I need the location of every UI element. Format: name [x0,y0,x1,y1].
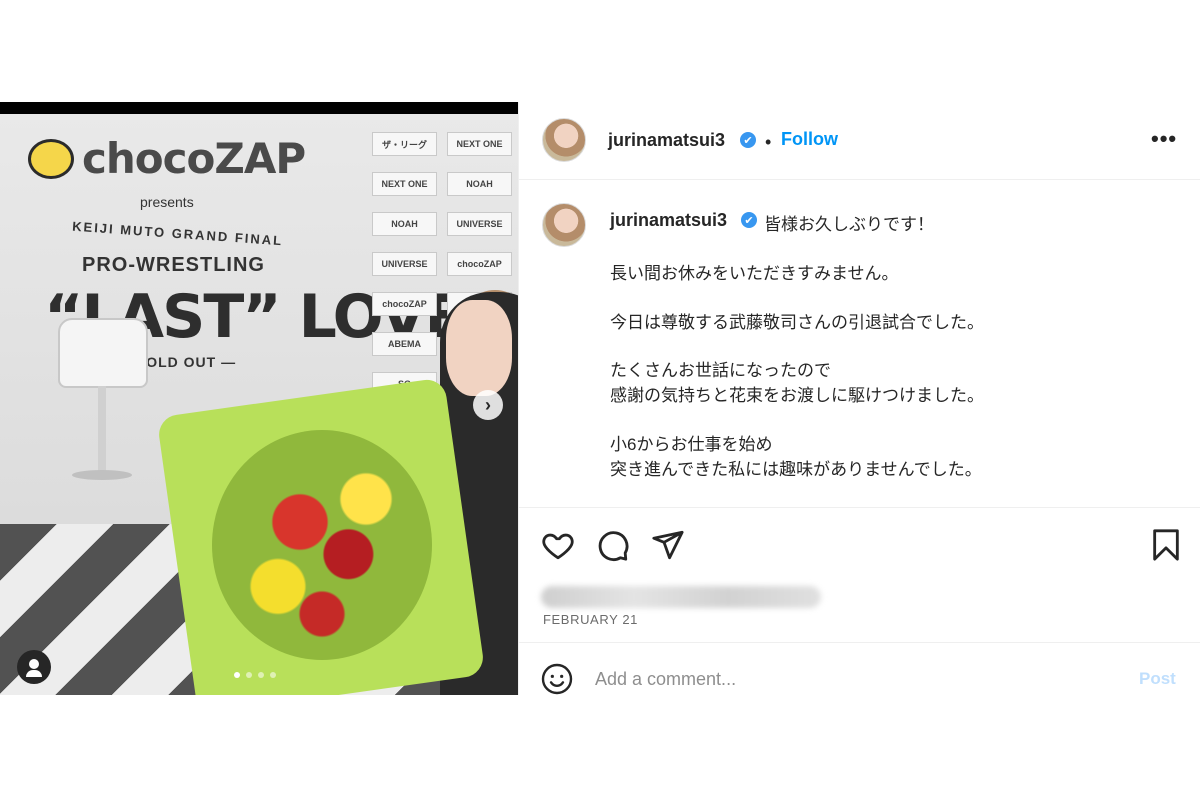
brand-logo: chocoZAP [28,134,306,183]
caption-first-line: 皆様お久しぶりです！ [764,215,934,234]
bookmark-icon-graphic [1153,529,1179,561]
comment-icon-graphic [598,531,629,561]
sponsor-logo: NOAH [372,212,437,236]
comment-icon[interactable] [596,528,630,562]
caption-avatar[interactable] [542,203,586,247]
sponsor-logo: chocoZAP [447,252,512,276]
caption-line: 感謝の気持ちと花束をお渡しに駆けつけました。 [610,386,984,405]
sponsor-logo: NEXT ONE [372,172,437,196]
carousel-dot [270,672,276,678]
chevron-right-icon: › [485,394,491,415]
paper-plane-icon[interactable] [651,528,685,562]
share-icon-graphic [652,530,684,560]
presents-text: presents [140,194,194,210]
post-comment-button[interactable]: Post [1139,669,1176,689]
brand-name: chocoZAP [82,134,306,183]
caption-username[interactable]: jurinamatsui3 [610,210,727,231]
verified-badge-icon: ✔ [741,212,757,228]
carousel-next-button[interactable]: › [473,390,503,420]
header-username[interactable]: jurinamatsui3 [608,130,725,151]
post-caption: jurinamatsui3 ✔ 皆様お久しぶりです！ 長い間お休みをいただきすみ… [519,180,1200,507]
tagged-users-button[interactable] [17,650,51,684]
post-media[interactable]: chocoZAP presents KEIJI MUTO GRAND FINAL… [0,114,518,695]
sponsor-logo: NOAH [447,172,512,196]
sponsor-logo: UNIVERSE [372,252,437,276]
brand-logo-icon [28,138,74,179]
caption-line: 長い間お休みをいただきすみません。 [610,264,899,283]
verified-badge-icon: ✔ [740,132,756,148]
bookmark-icon[interactable] [1149,528,1183,562]
blurred-likes-text [541,586,821,608]
follow-button[interactable]: Follow [781,129,838,150]
stool-seat [58,318,148,388]
media-top-bar [0,102,518,114]
emoji-icon-graphic [541,663,573,695]
caption-line: 今日は尊敬する武藤敬司さんの引退試合でした。 [610,313,984,332]
stool-pole [98,386,106,476]
profile-avatar[interactable] [542,118,586,162]
emoji-icon[interactable] [541,663,573,695]
person-face [446,300,512,396]
flower-bouquet [212,430,432,660]
carousel-dot [258,672,264,678]
carousel-dot [246,672,252,678]
post-date: FEBRUARY 21 [543,612,638,627]
heart-icon-graphic [542,533,574,560]
event-line: PRO-WRESTLING [82,254,265,276]
carousel-dots [234,672,276,678]
more-options-icon[interactable]: ••• [1151,126,1177,152]
user-icon-head [29,659,39,669]
caption-line: 小6からお仕事を始め [610,435,773,454]
header-separator: • [765,132,772,152]
caption-line: 突き進んできた私には趣味がありませんでした。 [610,460,982,479]
comment-input[interactable] [595,665,1115,693]
sponsor-logo: ザ・リーグ [372,132,437,156]
add-comment-bar: Post [519,642,1200,695]
caption-line: たくさんお世話になったので [610,361,831,380]
post-side-panel: jurinamatsui3 ✔ • Follow ••• jurinamatsu… [518,102,1200,695]
user-icon-body [26,670,42,677]
carousel-dot-active [234,672,240,678]
heart-icon[interactable] [541,528,575,562]
sponsor-logo: NEXT ONE [447,132,512,156]
sponsor-logo: chocoZAP [372,292,437,316]
sponsor-logo: ABEMA [372,332,437,356]
sponsor-logo: UNIVERSE [447,212,512,236]
post-header: jurinamatsui3 ✔ • Follow ••• [519,102,1200,180]
post-actions: FEBRUARY 21 [519,507,1200,637]
stool-base [72,470,132,480]
